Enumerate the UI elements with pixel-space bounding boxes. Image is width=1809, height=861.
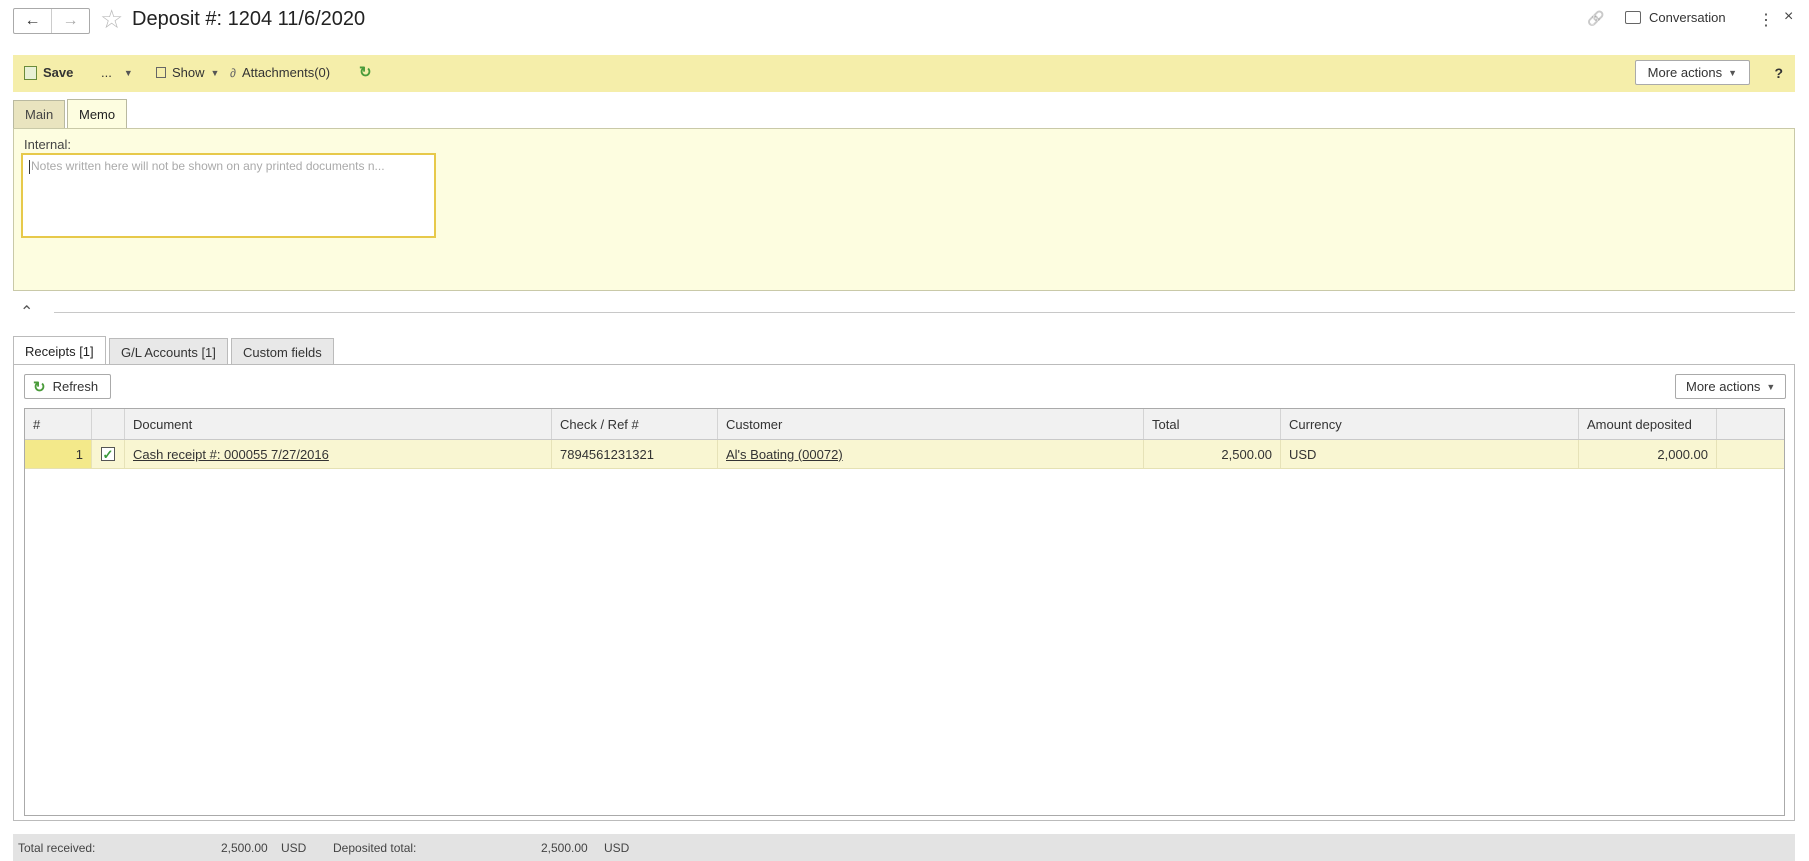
refresh-icon: ↻: [33, 378, 46, 396]
back-button[interactable]: ←: [14, 9, 51, 33]
page-title: Deposit #: 1204 11/6/2020: [132, 8, 366, 30]
refresh-button[interactable]: ↻: [359, 63, 372, 81]
forward-button[interactable]: →: [51, 9, 89, 33]
amount-deposited-cell: 2,000.00: [1579, 440, 1717, 468]
save-label: Save: [43, 65, 74, 80]
internal-notes-field[interactable]: Notes written here will not be shown on …: [21, 153, 436, 238]
column-header-currency[interactable]: Currency: [1281, 409, 1579, 439]
customer-cell: Al's Boating (00072): [718, 440, 1144, 468]
receipts-grid: # Document Check / Ref # Customer Total …: [24, 408, 1785, 816]
internal-notes-placeholder: Notes written here will not be shown on …: [31, 159, 385, 173]
internal-label: Internal:: [24, 137, 71, 152]
refresh-label: Refresh: [52, 379, 99, 394]
refresh-receipts-button[interactable]: ↻ Refresh: [24, 374, 112, 399]
more-actions-label: More actions: [1686, 379, 1761, 394]
tab-gl-accounts[interactable]: G/L Accounts [1]: [109, 338, 228, 365]
chat-icon: [1625, 11, 1641, 24]
deposited-total-value: 2,500.00: [541, 841, 588, 855]
total-received-value: 2,500.00: [221, 841, 268, 855]
attachments-label: Attachments(0): [241, 65, 331, 80]
tab-label: G/L Accounts [1]: [121, 344, 216, 360]
star-icon[interactable]: ☆: [100, 6, 123, 32]
paperclip-icon: ∂: [230, 65, 236, 80]
table-row[interactable]: 1 ✓ Cash receipt #: 000055 7/27/2016 789…: [25, 440, 1784, 469]
column-header-select[interactable]: [92, 409, 125, 439]
command-bar: Save ... ▼ Show ▼ ∂ Attachments(0) ↻ Mor…: [13, 55, 1795, 92]
arrow-right-icon: →: [62, 12, 79, 29]
column-header-number[interactable]: #: [25, 409, 92, 439]
text-cursor: [29, 159, 30, 174]
total-received-label: Total received:: [18, 841, 96, 855]
chevron-down-icon: ▼: [1728, 67, 1737, 78]
total-cell: 2,500.00: [1144, 440, 1281, 468]
tab-main[interactable]: Main: [13, 100, 66, 128]
refresh-icon: ↻: [359, 64, 372, 81]
report-icon: [156, 67, 166, 78]
column-header-spacer: [1717, 409, 1784, 439]
arrow-left-icon: ←: [24, 12, 41, 29]
tab-custom-fields[interactable]: Custom fields: [231, 338, 334, 365]
column-header-customer[interactable]: Customer: [718, 409, 1144, 439]
row-number: 1: [25, 440, 92, 468]
divider: [54, 312, 1795, 313]
currency-cell: USD: [1281, 440, 1579, 468]
document-cell: Cash receipt #: 000055 7/27/2016: [125, 440, 552, 468]
close-icon[interactable]: ×: [1784, 8, 1793, 26]
tab-label: Receipts [1]: [25, 343, 94, 359]
receipts-more-actions-button[interactable]: More actions ▼: [1675, 374, 1787, 399]
more-commands-button[interactable]: ... ▼: [101, 65, 133, 80]
chevron-down-icon: ▼: [123, 67, 133, 78]
attachments-button[interactable]: ∂ Attachments(0): [230, 65, 330, 80]
customer-link[interactable]: Al's Boating (00072): [726, 447, 843, 462]
chevron-down-icon: ▼: [210, 67, 220, 78]
total-received-currency: USD: [281, 841, 307, 855]
grid-header: # Document Check / Ref # Customer Total …: [25, 409, 1784, 440]
more-commands-label: ...: [101, 65, 112, 80]
more-actions-button[interactable]: More actions ▼: [1634, 60, 1750, 85]
help-button[interactable]: ?: [1774, 65, 1783, 81]
deposited-total-currency: USD: [604, 841, 630, 855]
show-button[interactable]: Show ▼: [156, 65, 219, 80]
check-ref-cell: 7894561231321: [552, 440, 718, 468]
save-button[interactable]: Save: [24, 65, 73, 80]
tab-label: Main: [25, 107, 54, 122]
tab-receipts[interactable]: Receipts [1]: [13, 336, 106, 365]
column-header-total[interactable]: Total: [1144, 409, 1281, 439]
collapse-icon[interactable]: ⌃: [20, 302, 33, 322]
row-select-cell: ✓: [92, 440, 125, 468]
show-label: Show: [172, 65, 205, 80]
tab-label: Custom fields: [243, 344, 322, 360]
conversation-label: Conversation: [1649, 10, 1726, 25]
tab-label: Memo: [79, 107, 116, 122]
column-header-document[interactable]: Document: [125, 409, 552, 439]
save-icon: [24, 65, 37, 80]
row-spacer: [1717, 440, 1784, 468]
more-actions-label: More actions: [1647, 65, 1723, 80]
tab-memo[interactable]: Memo: [67, 99, 128, 129]
column-header-amount-deposited[interactable]: Amount deposited: [1579, 409, 1717, 439]
conversation-button[interactable]: Conversation: [1625, 10, 1726, 25]
navigation-buttons: ← →: [13, 8, 90, 34]
more-menu-icon[interactable]: ⋮: [1758, 10, 1774, 30]
document-link[interactable]: Cash receipt #: 000055 7/27/2016: [133, 447, 329, 462]
totals-footer: Total received: 2,500.00 USD Deposited t…: [13, 834, 1795, 861]
link-icon[interactable]: 🔗: [1587, 10, 1604, 27]
row-checkbox[interactable]: ✓: [101, 447, 115, 461]
column-header-check-ref[interactable]: Check / Ref #: [552, 409, 718, 439]
deposited-total-label: Deposited total:: [333, 841, 417, 855]
chevron-down-icon: ▼: [1766, 381, 1776, 392]
